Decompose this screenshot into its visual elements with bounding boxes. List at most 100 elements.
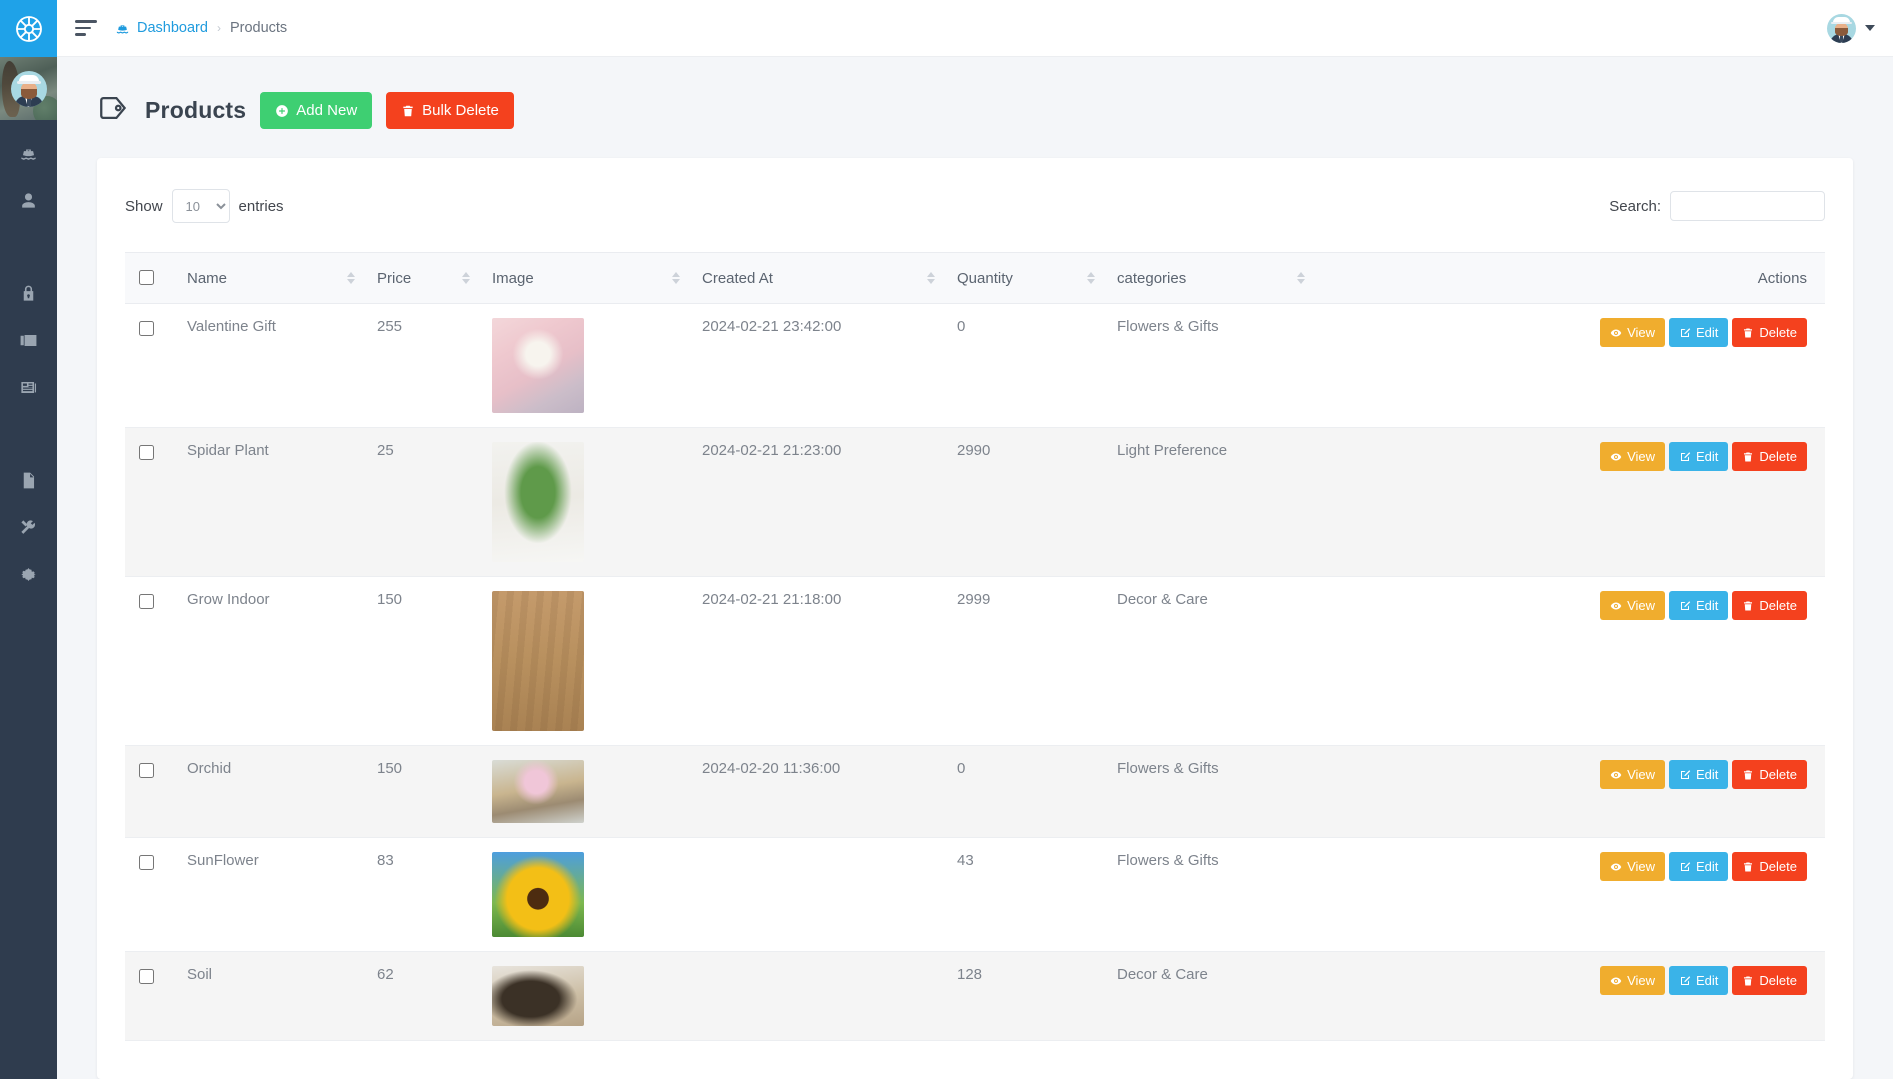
breadcrumb-dashboard-label: Dashboard [137, 20, 208, 36]
hamburger-icon[interactable] [75, 20, 101, 36]
avatar[interactable] [1827, 13, 1856, 43]
cell-image [482, 303, 692, 428]
sort-icon [927, 272, 935, 284]
row-select-cell [125, 745, 177, 838]
content-wrapper: Show 102550100 entries Search: [57, 130, 1893, 1079]
eye-icon [1610, 602, 1622, 609]
row-checkbox[interactable] [139, 594, 154, 609]
delete-button[interactable]: Delete [1732, 591, 1807, 620]
view-button[interactable]: View [1600, 318, 1666, 347]
topbar-user-menu[interactable] [1827, 13, 1875, 43]
edit-button[interactable]: Edit [1669, 318, 1729, 347]
table-head: Name Price Image Created At Quantity cat… [125, 252, 1825, 304]
view-button[interactable]: View [1600, 442, 1666, 471]
sort-icon [672, 272, 680, 284]
delete-button[interactable]: Delete [1732, 966, 1807, 995]
sidebar-item-ship[interactable] [0, 130, 57, 177]
row-checkbox[interactable] [139, 763, 154, 778]
product-price: 83 [377, 852, 394, 869]
sidebar-item-lock[interactable] [0, 270, 57, 317]
delete-label: Delete [1759, 449, 1797, 464]
row-checkbox[interactable] [139, 321, 154, 336]
delete-button[interactable]: Delete [1732, 318, 1807, 347]
view-button[interactable]: View [1600, 760, 1666, 789]
brand-logo[interactable] [0, 0, 57, 57]
header-quantity[interactable]: Quantity [947, 252, 1107, 304]
select-all-checkbox[interactable] [139, 270, 154, 285]
cell-actions: View Edit Delete [1317, 576, 1825, 746]
cell-categories: Flowers & Gifts [1107, 303, 1317, 428]
row-select-cell [125, 576, 177, 746]
view-button[interactable]: View [1600, 966, 1666, 995]
sidebar-item-pages[interactable] [0, 457, 57, 504]
product-thumbnail [492, 591, 584, 731]
cell-created-at: 2024-02-20 11:36:00 [692, 745, 947, 838]
header-quantity-label: Quantity [957, 269, 1013, 287]
page-title: Products [145, 97, 247, 123]
page-header: Products Add New Bulk Delete [57, 57, 1893, 130]
sidebar-item-news[interactable] [0, 364, 57, 411]
cell-actions: View Edit Delete [1317, 745, 1825, 838]
cell-image [482, 837, 692, 952]
sort-icon [462, 272, 470, 284]
header-created-at[interactable]: Created At [692, 252, 947, 304]
product-category: Decor & Care [1117, 966, 1208, 983]
cell-name: SunFlower [177, 837, 367, 952]
header-image[interactable]: Image [482, 252, 692, 304]
cell-name: Spidar Plant [177, 427, 367, 577]
table-header-row: Name Price Image Created At Quantity cat… [125, 252, 1825, 304]
search-input[interactable] [1670, 191, 1825, 221]
trash-icon [1744, 770, 1753, 779]
row-select-cell [125, 427, 177, 577]
cell-actions: View Edit Delete [1317, 951, 1825, 1041]
table-row: Grow Indoor 150 2024-02-21 21:18:00 2999 Dec… [125, 576, 1825, 746]
table-controls: Show 102550100 entries Search: [125, 184, 1825, 228]
edit-button[interactable]: Edit [1669, 591, 1729, 620]
sidebar-item-settings[interactable] [0, 551, 57, 598]
cell-categories: Decor & Care [1107, 576, 1317, 746]
breadcrumb-dashboard-link[interactable]: Dashboard [115, 20, 208, 36]
product-thumbnail [492, 442, 584, 562]
header-price[interactable]: Price [367, 252, 482, 304]
product-price: 25 [377, 442, 394, 459]
sidebar-item-tools[interactable] [0, 504, 57, 551]
cell-quantity: 0 [947, 745, 1107, 838]
view-button[interactable]: View [1600, 591, 1666, 620]
page-length-select[interactable]: 102550100 [171, 189, 230, 223]
row-checkbox[interactable] [139, 445, 154, 460]
view-button[interactable]: View [1600, 852, 1666, 881]
product-category: Light Preference [1117, 442, 1228, 459]
delete-button[interactable]: Delete [1732, 852, 1807, 881]
edit-button[interactable]: Edit [1669, 760, 1729, 789]
breadcrumb-separator: › [216, 21, 221, 35]
sidebar-item-user[interactable] [0, 177, 57, 224]
row-select-cell [125, 837, 177, 952]
pencil-square-icon [1681, 861, 1691, 871]
row-checkbox[interactable] [139, 855, 154, 870]
product-quantity: 128 [957, 966, 983, 983]
table-row: Orchid 150 2024-02-20 11:36:00 0 Flowers & G… [125, 745, 1825, 838]
bulk-delete-button[interactable]: Bulk Delete [386, 92, 514, 129]
cell-actions: View Edit Delete [1317, 303, 1825, 428]
sidebar-profile-banner[interactable] [0, 57, 57, 120]
add-new-button[interactable]: Add New [260, 92, 373, 129]
cell-quantity: 0 [947, 303, 1107, 428]
edit-button[interactable]: Edit [1669, 966, 1729, 995]
sidebar-item-media[interactable] [0, 317, 57, 364]
header-name[interactable]: Name [177, 252, 367, 304]
delete-button[interactable]: Delete [1732, 760, 1807, 789]
cell-created-at: 2024-02-21 23:42:00 [692, 303, 947, 428]
trash-icon [1744, 328, 1753, 337]
edit-button[interactable]: Edit [1669, 442, 1729, 471]
pencil-square-icon [1681, 600, 1691, 610]
edit-button[interactable]: Edit [1669, 852, 1729, 881]
table-row: SunFlower 83 43 Flowers & Gifts View Edit Dele… [125, 837, 1825, 952]
view-label: View [1627, 449, 1656, 464]
header-categories[interactable]: categories [1107, 252, 1317, 304]
product-price: 150 [377, 760, 403, 777]
caret-down-icon[interactable] [1865, 25, 1875, 31]
delete-button[interactable]: Delete [1732, 442, 1807, 471]
row-checkbox[interactable] [139, 969, 154, 984]
delete-label: Delete [1759, 325, 1797, 340]
product-created-at: 2024-02-21 21:18:00 [702, 591, 842, 608]
